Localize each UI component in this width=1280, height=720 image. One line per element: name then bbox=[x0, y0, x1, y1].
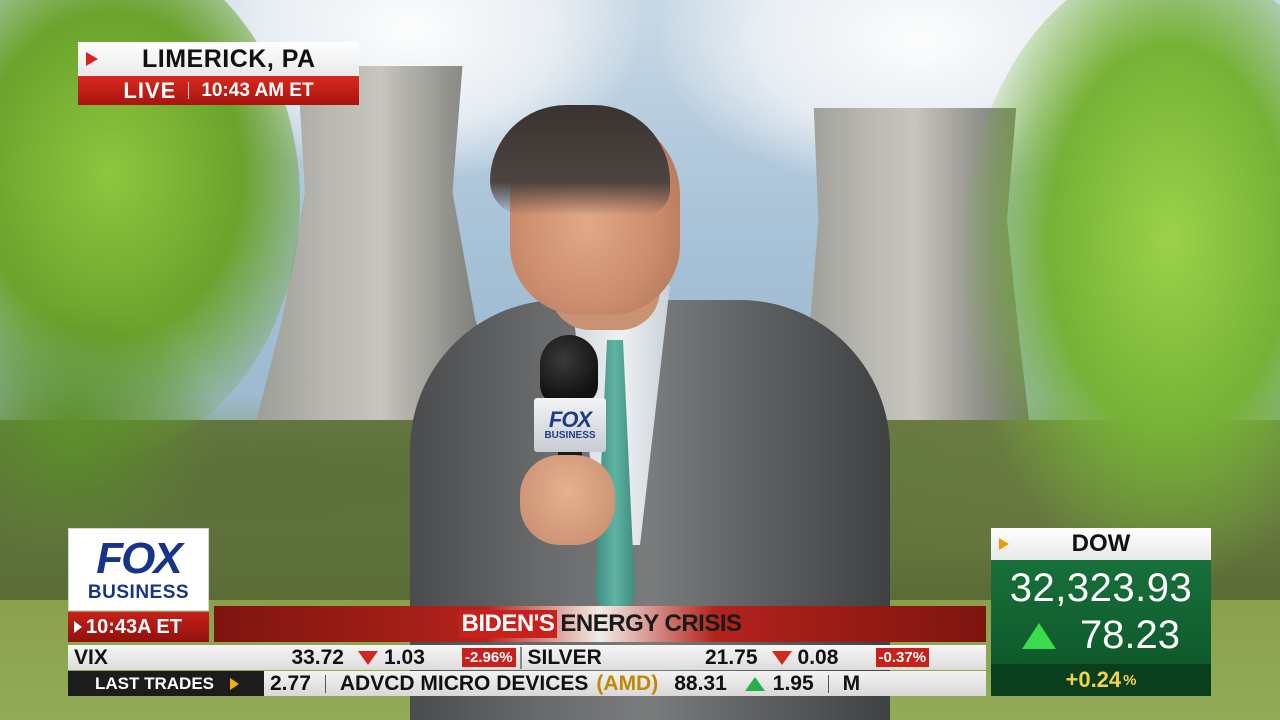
up-arrow-icon bbox=[1021, 622, 1056, 649]
index-change: 78.23 bbox=[1079, 613, 1181, 657]
play-triangle-icon bbox=[74, 621, 82, 633]
play-triangle-icon bbox=[999, 538, 1009, 550]
market-ticker-bottom: LAST TRADES 2.77 ADVCD MICRO DEVICES (AM… bbox=[68, 671, 986, 696]
ticker-price-vix: 33.72 bbox=[291, 645, 344, 669]
headline-text: ENERGY CRISIS bbox=[560, 610, 742, 637]
index-percent-value: +0.24 bbox=[1065, 667, 1122, 692]
location-bug: LIMERICK, PA LIVE 10:43 AM ET bbox=[78, 42, 359, 105]
location-text: LIMERICK, PA bbox=[142, 44, 316, 73]
clock-text: 10:43A ET bbox=[86, 615, 182, 638]
ticker-change-vix: 1.03 bbox=[384, 645, 425, 669]
last-trades-text: LAST TRADES bbox=[95, 673, 214, 693]
ticker-divider bbox=[324, 674, 326, 693]
mic-flag-line2: BUSINESS bbox=[544, 430, 596, 441]
reporter-hair bbox=[490, 105, 670, 215]
ticker-company-name: ADVCD MICRO DEVICES bbox=[339, 671, 589, 695]
down-arrow-icon bbox=[771, 650, 792, 665]
live-bar: LIVE 10:43 AM ET bbox=[78, 76, 359, 105]
index-value: 32,323.93 bbox=[1009, 566, 1193, 610]
ticker-percent-vix: -2.96% bbox=[462, 648, 516, 667]
ticker-symbol-silver: SILVER bbox=[527, 645, 602, 669]
reporter-hand bbox=[520, 455, 615, 545]
index-percent: +0.24 % bbox=[991, 664, 1211, 696]
index-name: DOW bbox=[1071, 530, 1131, 557]
ticker-company-symbol: (AMD) bbox=[596, 671, 659, 695]
market-ticker-top: VIX 33.72 1.03 -2.96% SILVER 21.75 0.08 … bbox=[68, 645, 986, 670]
microphone-flag: FOX BUSINESS bbox=[534, 398, 606, 452]
live-label: LIVE bbox=[123, 77, 177, 103]
last-trades-label: LAST TRADES bbox=[68, 671, 264, 696]
headline-highlight: BIDEN'S bbox=[458, 610, 558, 638]
up-arrow-icon bbox=[744, 676, 765, 691]
logo-fox-text: FOX bbox=[96, 534, 182, 583]
network-clock: 10:43A ET bbox=[68, 612, 209, 642]
ticker-company-change: 1.95 bbox=[772, 671, 814, 695]
ticker-change-silver: 0.08 bbox=[797, 645, 839, 669]
ticker-price-silver: 21.75 bbox=[704, 645, 758, 669]
index-change-row: 78.23 bbox=[991, 613, 1211, 658]
ticker-company-price: 88.31 bbox=[674, 671, 727, 695]
logo-business-text: BUSINESS bbox=[87, 582, 190, 603]
index-body: 32,323.93 78.23 bbox=[991, 560, 1211, 664]
live-separator bbox=[188, 82, 190, 99]
index-box-dow: DOW 32,323.93 78.23 +0.24 % bbox=[991, 528, 1211, 696]
play-triangle-icon bbox=[86, 52, 98, 66]
ticker-divider bbox=[827, 674, 829, 693]
network-logo: FOX BUSINESS bbox=[68, 528, 209, 611]
ticker-partial-right: M bbox=[842, 671, 861, 695]
location-bar: LIMERICK, PA bbox=[78, 42, 359, 76]
ticker-symbol-vix: VIX bbox=[74, 645, 108, 669]
microphone-head bbox=[540, 335, 598, 405]
mic-flag-line1: FOX bbox=[548, 407, 592, 432]
live-time: 10:43 AM ET bbox=[201, 79, 314, 101]
index-percent-sign: % bbox=[1123, 671, 1137, 689]
headline-banner: BIDEN'S ENERGY CRISIS bbox=[214, 606, 986, 642]
ticker-percent-silver: -0.37% bbox=[875, 648, 930, 667]
play-triangle-icon bbox=[230, 677, 239, 690]
index-header: DOW bbox=[991, 528, 1211, 560]
down-arrow-icon bbox=[358, 650, 378, 665]
ticker-divider bbox=[519, 646, 522, 669]
ticker-partial-left: 2.77 bbox=[270, 671, 311, 695]
